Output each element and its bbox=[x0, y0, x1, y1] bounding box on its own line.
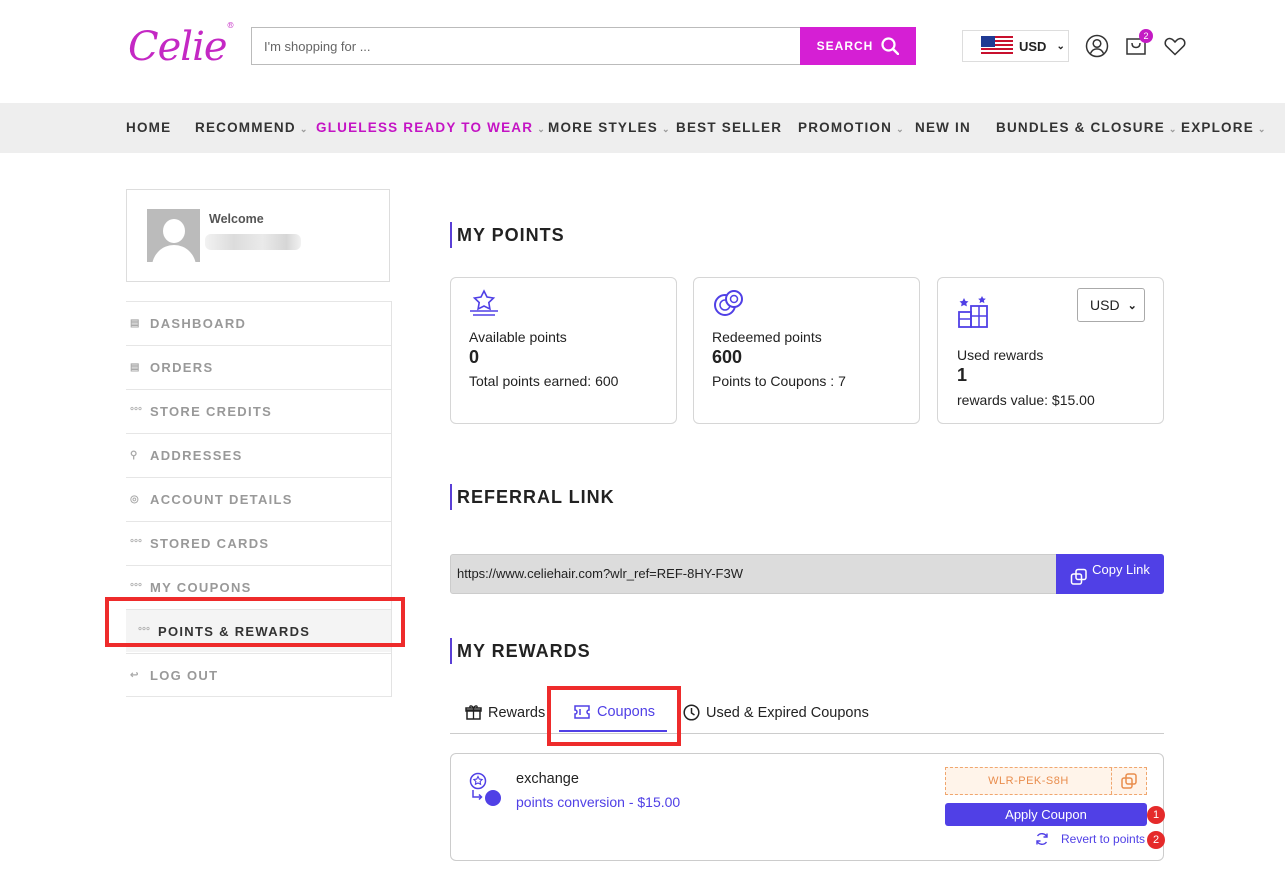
nav-bundles-closure[interactable]: BUNDLES & CLOSURE ⌄ bbox=[996, 103, 1176, 153]
us-flag-icon bbox=[981, 36, 1013, 56]
coins-icon bbox=[714, 290, 743, 316]
chevron-down-icon: ⌄ bbox=[537, 124, 545, 134]
logout-icon: ↩ bbox=[130, 669, 139, 681]
section-title-my-rewards: MY REWARDS bbox=[450, 638, 591, 664]
search-icon bbox=[881, 37, 900, 55]
coupon-name: exchange bbox=[516, 771, 579, 787]
nav-home[interactable]: HOME bbox=[126, 103, 171, 153]
highlight-box-coupons-tab bbox=[547, 686, 681, 746]
coupon-card: exchange points conversion - $15.00 WLR-… bbox=[450, 753, 1165, 861]
card-used-rewards: USD ⌄ Used rewards 1 rewards value: $15.0… bbox=[937, 277, 1164, 424]
search-input[interactable] bbox=[252, 28, 800, 64]
chevron-down-icon: ⌄ bbox=[1056, 40, 1065, 52]
sidebar-item-account-details[interactable]: ◎ ACCOUNT DETAILS bbox=[126, 477, 391, 521]
dots-icon: °°° bbox=[130, 405, 142, 417]
card-redeemed-points: Redeemed points 600 Points to Coupons : … bbox=[693, 277, 920, 424]
avatar bbox=[147, 209, 200, 262]
chevron-down-icon: ⌄ bbox=[1257, 124, 1266, 134]
dashboard-icon: ▤ bbox=[130, 317, 140, 329]
wishlist-heart-icon[interactable] bbox=[1163, 34, 1187, 58]
chevron-down-icon: ⌄ bbox=[1168, 124, 1177, 134]
nav-recommend[interactable]: RECOMMEND ⌄ bbox=[195, 103, 307, 153]
search-bar: SEARCH bbox=[251, 27, 916, 65]
chevron-down-icon: ⌄ bbox=[299, 124, 308, 134]
step-marker-1: 1 bbox=[1147, 806, 1165, 824]
card-available-points: Available points 0 Total points earned: … bbox=[450, 277, 677, 424]
rewards-currency-select[interactable]: USD ⌄ bbox=[1077, 288, 1145, 322]
site-logo[interactable]: Celie® bbox=[128, 21, 235, 70]
clock-icon bbox=[683, 704, 700, 721]
copy-link-button[interactable]: Copy Link bbox=[1056, 554, 1164, 594]
account-icon[interactable] bbox=[1085, 34, 1109, 58]
points-star-icon bbox=[470, 289, 498, 316]
sidebar-item-orders[interactable]: ▤ ORDERS bbox=[126, 345, 391, 389]
gift-icon bbox=[465, 705, 482, 720]
referral-link-box: https://www.celiehair.com?wlr_ref=REF-8H… bbox=[450, 554, 1164, 594]
dots-icon: °°° bbox=[130, 581, 142, 593]
nav-best-seller[interactable]: BEST SELLER bbox=[676, 103, 782, 153]
coupon-description: points conversion - $15.00 bbox=[516, 794, 681, 810]
nav-promotion[interactable]: PROMOTION ⌄ bbox=[798, 103, 904, 153]
chevron-down-icon: ⌄ bbox=[896, 124, 904, 134]
currency-selector[interactable]: USD ⌄ bbox=[962, 30, 1069, 62]
gift-rewards-icon bbox=[958, 296, 988, 328]
referral-url[interactable]: https://www.celiehair.com?wlr_ref=REF-8H… bbox=[451, 555, 1056, 593]
main-navigation: HOME RECOMMEND ⌄ GLUELESS READY TO WEAR ⌄ … bbox=[0, 103, 1285, 153]
cart-count-badge: 2 bbox=[1139, 29, 1153, 43]
conversion-icon bbox=[469, 772, 501, 806]
refresh-icon bbox=[1036, 833, 1048, 845]
copy-icon bbox=[1121, 773, 1137, 789]
dots-icon: °°° bbox=[130, 537, 142, 549]
highlight-box-points-rewards bbox=[105, 597, 405, 647]
nav-more-styles[interactable]: MORE STYLES ⌄ bbox=[548, 103, 670, 153]
coupon-code[interactable]: WLR-PEK-S8H bbox=[946, 768, 1111, 794]
sidebar-item-stored-cards[interactable]: °°° STORED CARDS bbox=[126, 521, 391, 565]
sidebar-item-log-out[interactable]: ↩ LOG OUT bbox=[126, 653, 391, 697]
revert-to-points-link[interactable]: Revert to points bbox=[1035, 832, 1145, 846]
blurred-username bbox=[205, 234, 301, 250]
section-title-my-points: MY POINTS bbox=[450, 222, 565, 248]
chevron-down-icon: ⌄ bbox=[661, 124, 670, 134]
tab-used-expired-coupons[interactable]: Used & Expired Coupons bbox=[683, 704, 869, 721]
nav-new-in[interactable]: NEW IN bbox=[915, 103, 971, 153]
copy-icon bbox=[1070, 568, 1087, 585]
tab-rewards[interactable]: Rewards bbox=[465, 704, 545, 721]
orders-icon: ▤ bbox=[130, 361, 140, 373]
sidebar-item-store-credits[interactable]: °°° STORE CREDITS bbox=[126, 389, 391, 433]
apply-coupon-button[interactable]: Apply Coupon bbox=[945, 803, 1147, 826]
coupon-code-box: WLR-PEK-S8H bbox=[945, 767, 1147, 795]
search-button[interactable]: SEARCH bbox=[800, 27, 916, 65]
welcome-label: Welcome bbox=[209, 212, 264, 226]
profile-card: Welcome bbox=[126, 189, 390, 282]
chevron-down-icon: ⌄ bbox=[1127, 299, 1137, 312]
account-icon: ◎ bbox=[130, 493, 139, 505]
location-icon: ⚲ bbox=[130, 449, 138, 461]
nav-glueless-ready-to-wear[interactable]: GLUELESS READY TO WEAR ⌄ bbox=[316, 103, 545, 153]
section-title-referral-link: REFERRAL LINK bbox=[450, 484, 615, 510]
nav-explore[interactable]: EXPLORE ⌄ bbox=[1181, 103, 1265, 153]
sidebar-item-addresses[interactable]: ⚲ ADDRESSES bbox=[126, 433, 391, 477]
copy-code-button[interactable] bbox=[1111, 768, 1146, 794]
sidebar-item-dashboard[interactable]: ▤ DASHBOARD bbox=[126, 301, 391, 345]
step-marker-2: 2 bbox=[1147, 831, 1165, 849]
